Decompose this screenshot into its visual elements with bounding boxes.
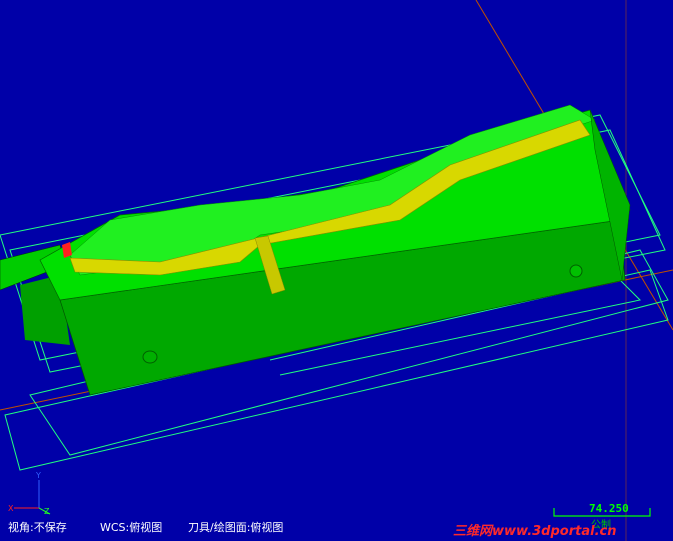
graphics-viewport[interactable]: X Y Z 视角:不保存 WCS:俯视图 刀具/绘图面:俯视图 74.250 公… xyxy=(0,0,673,541)
model-hole-right xyxy=(569,264,583,278)
status-tool-plane: 刀具/绘图面:俯视图 xyxy=(188,521,284,534)
model-hole-left xyxy=(142,350,158,364)
watermark-text: 三维网www.3dportal.cn xyxy=(453,524,617,539)
status-view: 视角:不保存 xyxy=(8,521,67,534)
scale-value: 74.250 xyxy=(589,502,629,515)
axis-triad-x-label: X xyxy=(8,504,14,513)
axis-triad-z-label: Z xyxy=(44,507,50,515)
axis-triad-y-label: Y xyxy=(35,471,41,480)
status-wcs: WCS:俯视图 xyxy=(100,521,163,534)
axis-triad: X Y Z xyxy=(8,471,51,515)
model-scene[interactable] xyxy=(0,0,673,541)
